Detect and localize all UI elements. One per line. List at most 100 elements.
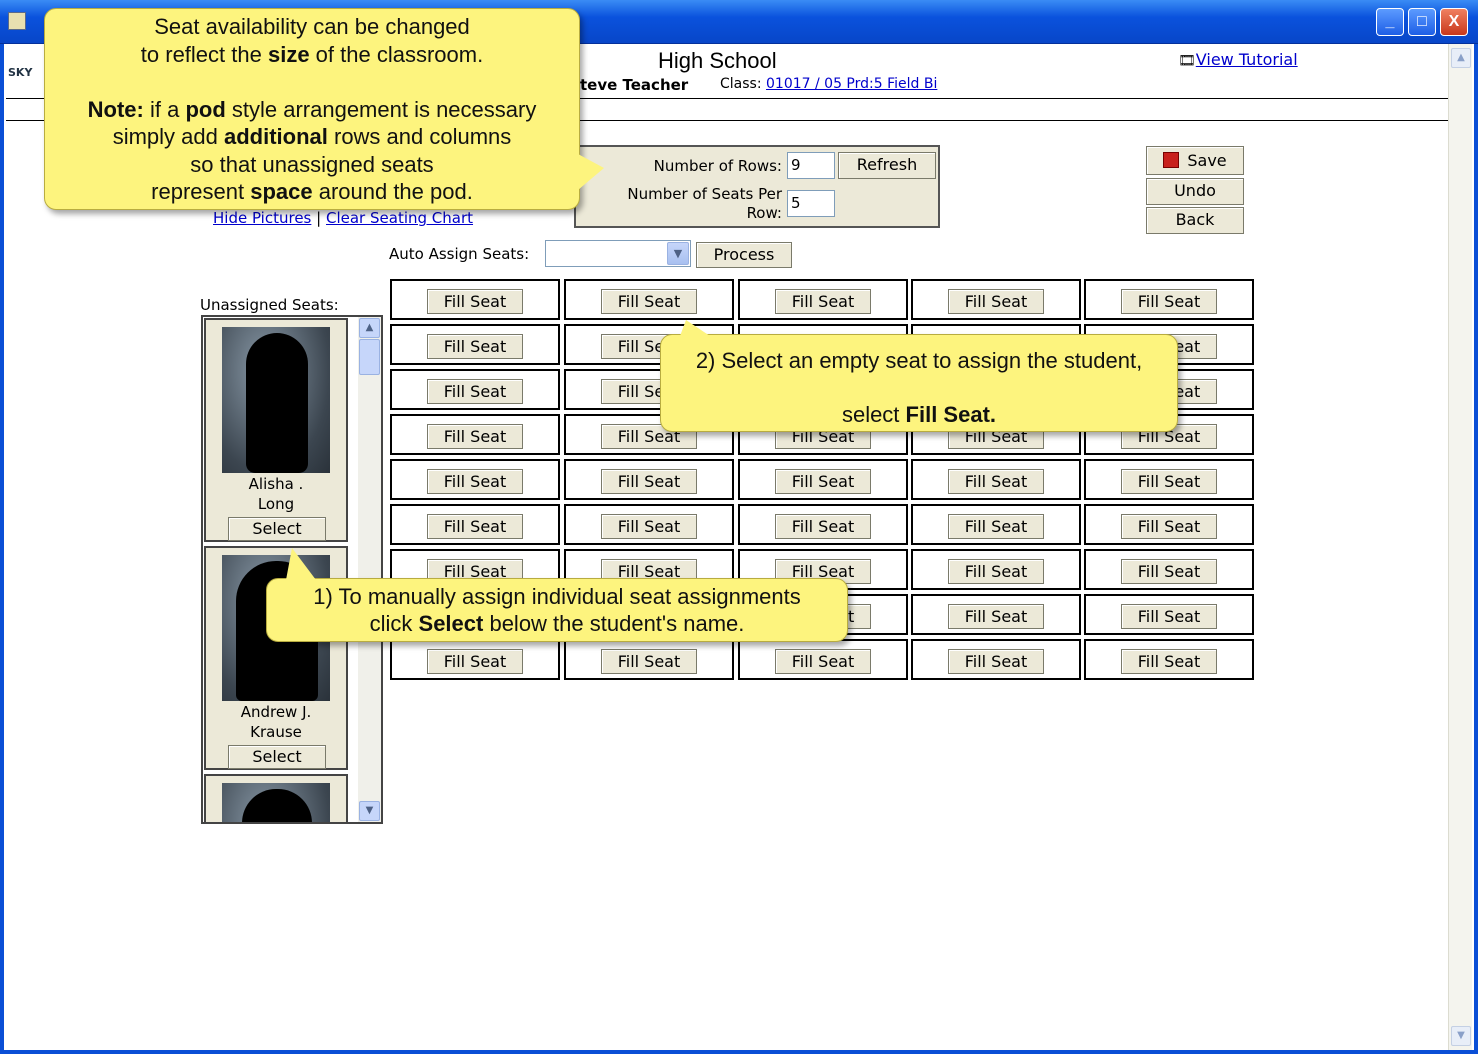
callout-seat-availability: Seat availability can be changed to refl… xyxy=(44,8,580,210)
seat-cell: Fill Seat xyxy=(911,639,1081,680)
school-name: High School xyxy=(658,48,777,73)
fill-seat-button[interactable]: Fill Seat xyxy=(948,514,1044,539)
undo-button[interactable]: Undo xyxy=(1146,178,1244,205)
fill-seat-button[interactable]: Fill Seat xyxy=(1121,559,1217,584)
callout-fill-seat: 2) Select an empty seat to assign the st… xyxy=(660,334,1178,432)
refresh-button[interactable]: Refresh xyxy=(838,152,936,179)
student-first-name: Alisha . xyxy=(248,475,304,493)
fill-seat-button[interactable]: Fill Seat xyxy=(1121,289,1217,314)
fill-seat-button[interactable]: Fill Seat xyxy=(601,469,697,494)
chevron-down-icon[interactable]: ▼ xyxy=(667,242,689,265)
seat-cell: Fill Seat xyxy=(738,459,908,500)
seat-cell: Fill Seat xyxy=(390,279,560,320)
fill-seat-button[interactable]: Fill Seat xyxy=(1121,514,1217,539)
layout-panel: Number of Rows: 9 Refresh Number of Seat… xyxy=(574,145,940,228)
process-button[interactable]: Process xyxy=(696,242,792,268)
close-button[interactable]: X xyxy=(1440,8,1468,36)
fill-seat-button[interactable]: Fill Seat xyxy=(775,514,871,539)
callout-pointer xyxy=(680,320,710,336)
seats-per-row-label: Number of Seats Per Row: xyxy=(627,185,782,222)
fill-seat-button[interactable]: Fill Seat xyxy=(948,649,1044,674)
seat-cell: Fill Seat xyxy=(1084,639,1254,680)
seat-cell: Fill Seat xyxy=(911,279,1081,320)
seats-per-row-input[interactable]: 5 xyxy=(787,190,835,217)
unassigned-seats-label: Unassigned Seats: xyxy=(200,296,339,314)
seat-cell: Fill Seat xyxy=(390,414,560,455)
student-card xyxy=(204,774,348,822)
seat-cell: Fill Seat xyxy=(390,369,560,410)
fill-seat-button[interactable]: Fill Seat xyxy=(775,289,871,314)
projector-icon: 🎞 xyxy=(1178,53,1196,69)
scroll-down-icon[interactable]: ▼ xyxy=(359,801,380,821)
seat-cell: Fill Seat xyxy=(1084,459,1254,500)
seat-cell: Fill Seat xyxy=(738,639,908,680)
callout-pointer xyxy=(286,548,316,580)
auto-assign-label: Auto Assign Seats: xyxy=(389,245,530,263)
minimize-button[interactable]: _ xyxy=(1376,8,1404,36)
rows-input[interactable]: 9 xyxy=(787,152,835,179)
save-button[interactable]: Save xyxy=(1146,146,1244,175)
fill-seat-button[interactable]: Fill Seat xyxy=(601,289,697,314)
callout-pointer xyxy=(578,154,604,190)
tutorial-link-container: 🎞View Tutorial xyxy=(1178,50,1298,69)
fill-seat-button[interactable]: Fill Seat xyxy=(427,289,523,314)
class-link[interactable]: 01017 / 05 Prd:5 Field Bi xyxy=(766,76,937,92)
select-student-button[interactable]: Select xyxy=(228,745,326,769)
link-separator: | xyxy=(316,209,322,227)
student-first-name: Andrew J. xyxy=(240,703,312,721)
hide-pictures-link[interactable]: Hide Pictures xyxy=(213,209,311,227)
app-icon xyxy=(8,12,26,30)
view-tutorial-link[interactable]: View Tutorial xyxy=(1196,50,1298,69)
seat-cell: Fill Seat xyxy=(564,639,734,680)
fill-seat-button[interactable]: Fill Seat xyxy=(601,514,697,539)
fill-seat-button[interactable]: Fill Seat xyxy=(427,424,523,449)
seat-cell: Fill Seat xyxy=(911,504,1081,545)
fill-seat-button[interactable]: Fill Seat xyxy=(1121,469,1217,494)
seat-cell: Fill Seat xyxy=(1084,504,1254,545)
clear-seating-chart-link[interactable]: Clear Seating Chart xyxy=(326,209,473,227)
student-card: Alisha . Long Select xyxy=(204,318,348,542)
seat-cell: Fill Seat xyxy=(390,504,560,545)
scroll-down-icon[interactable]: ▼ xyxy=(1451,1026,1471,1046)
fill-seat-button[interactable]: Fill Seat xyxy=(1121,604,1217,629)
class-label: Class: xyxy=(720,76,762,92)
page-scrollbar[interactable]: ▲ ▼ xyxy=(1448,44,1472,1050)
student-photo xyxy=(222,783,330,822)
seat-cell: Fill Seat xyxy=(911,459,1081,500)
maximize-button[interactable]: □ xyxy=(1408,8,1436,36)
fill-seat-button[interactable]: Fill Seat xyxy=(427,334,523,359)
fill-seat-button[interactable]: Fill Seat xyxy=(427,649,523,674)
fill-seat-button[interactable]: Fill Seat xyxy=(427,514,523,539)
fill-seat-button[interactable]: Fill Seat xyxy=(948,604,1044,629)
seat-cell: Fill Seat xyxy=(1084,279,1254,320)
fill-seat-button[interactable]: Fill Seat xyxy=(775,649,871,674)
fill-seat-button[interactable]: Fill Seat xyxy=(427,469,523,494)
student-photo xyxy=(222,327,330,473)
seat-cell: Fill Seat xyxy=(390,639,560,680)
auto-assign-select[interactable]: ▼ xyxy=(545,240,691,267)
scroll-up-icon[interactable]: ▲ xyxy=(1451,48,1471,68)
fill-seat-button[interactable]: Fill Seat xyxy=(427,379,523,404)
seat-cell: Fill Seat xyxy=(564,279,734,320)
fill-seat-button[interactable]: Fill Seat xyxy=(948,289,1044,314)
seat-cell: Fill Seat xyxy=(390,459,560,500)
select-student-button[interactable]: Select xyxy=(228,517,326,541)
fill-seat-button[interactable]: Fill Seat xyxy=(601,649,697,674)
student-list-scrollbar[interactable]: ▲ ▼ xyxy=(358,317,381,822)
callout-select-student: 1) To manually assign individual seat as… xyxy=(266,578,848,642)
fill-seat-button[interactable]: Fill Seat xyxy=(1121,649,1217,674)
seat-cell: Fill Seat xyxy=(390,324,560,365)
seat-cell: Fill Seat xyxy=(738,504,908,545)
seat-cell: Fill Seat xyxy=(911,549,1081,590)
teacher-name: teve Teacher xyxy=(580,76,689,94)
seat-cell: Fill Seat xyxy=(564,459,734,500)
fill-seat-button[interactable]: Fill Seat xyxy=(948,469,1044,494)
scroll-up-icon[interactable]: ▲ xyxy=(359,318,380,338)
seat-cell: Fill Seat xyxy=(564,504,734,545)
scroll-thumb[interactable] xyxy=(359,339,380,375)
seat-cell: Fill Seat xyxy=(911,594,1081,635)
student-last-name: Long xyxy=(257,495,295,513)
fill-seat-button[interactable]: Fill Seat xyxy=(948,559,1044,584)
fill-seat-button[interactable]: Fill Seat xyxy=(775,469,871,494)
back-button[interactable]: Back xyxy=(1146,207,1244,234)
